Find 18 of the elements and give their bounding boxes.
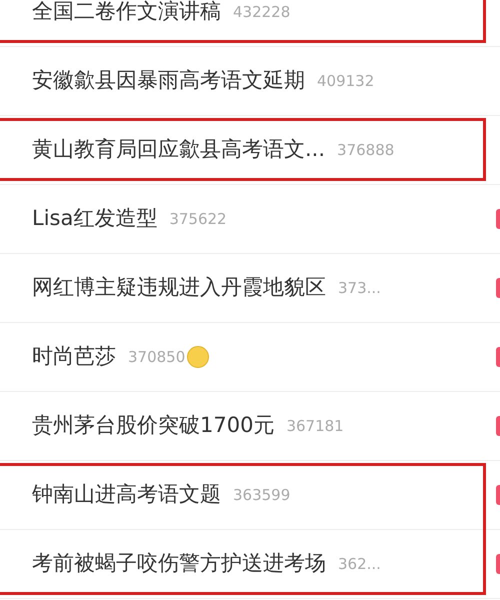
heat-count: 367181 <box>286 416 344 437</box>
heat-count: 363599 <box>233 484 290 506</box>
heat-count: 432228 <box>233 2 290 23</box>
topic-title[interactable]: 网红博主疑违规进入丹霞地貌区 <box>32 272 326 304</box>
topic-title[interactable]: 全国二卷作文演讲稿 <box>32 0 221 28</box>
heat-count: 375622 <box>169 208 227 230</box>
topic-title[interactable]: 钟南山进高考语文题 <box>32 479 221 511</box>
heat-count: 409132 <box>317 70 374 92</box>
heat-count: 362... <box>338 554 381 575</box>
topic-title[interactable]: 考前被蝎子咬伤警方护送进考场 <box>32 548 326 580</box>
heat-count: 370850 <box>128 346 186 368</box>
topic-title[interactable]: 贵州茅台股价突破1700元 <box>32 410 274 442</box>
topic-title[interactable]: 黄山教育局回应歙县高考语文... <box>32 134 326 166</box>
heat-count: 373... <box>338 278 381 299</box>
topic-title[interactable]: 安徽歙县因暴雨高考语文延期 <box>32 65 305 97</box>
heat-count: 376888 <box>337 140 394 161</box>
topic-title[interactable]: Lisa红发造型 <box>32 203 158 235</box>
topic-title[interactable]: 时尚芭莎 <box>32 341 116 373</box>
